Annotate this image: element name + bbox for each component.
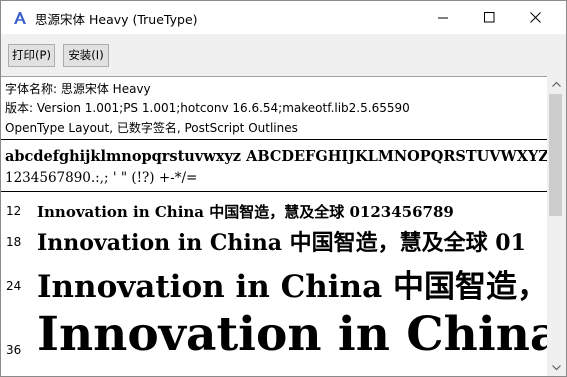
font-preview-area: 字体名称: 思源宋体 Heavy 版本: Version 1.001;PS 1.… (1, 76, 547, 376)
sample-text-18: Innovation in China 中国智造，慧及全球 01 (37, 230, 526, 256)
charset-letters: abcdefghijklmnopqrstuvwxyz ABCDEFGHIJKLM… (5, 148, 547, 165)
scroll-down-button[interactable] (547, 359, 566, 376)
font-app-icon (12, 10, 28, 26)
print-button[interactable]: 打印(P) (8, 44, 55, 67)
install-button[interactable]: 安装(I) (63, 44, 109, 67)
font-name-line: 字体名称: 思源宋体 Heavy (5, 82, 151, 96)
window-title: 思源宋体 Heavy (TrueType) (35, 12, 198, 27)
sample-size-label: 36 (6, 343, 22, 357)
maximize-button[interactable] (467, 1, 512, 34)
sample-text-24: Innovation in China 中国智造，慧 (37, 269, 547, 305)
scroll-up-button[interactable] (547, 76, 566, 93)
sample-size-label: 18 (6, 235, 22, 249)
font-version-line: 版本: Version 1.001;PS 1.001;hotconv 16.6.… (5, 101, 410, 115)
sample-size-label: 24 (6, 279, 22, 293)
toolbar: 打印(P) 安装(I) (1, 35, 566, 76)
charset-digits-symbols: 1234567890.:,; ' " (!?) +-*/= (5, 170, 198, 186)
chevron-up-icon (552, 81, 561, 87)
scroll-thumb[interactable] (549, 94, 562, 216)
divider (1, 191, 547, 192)
chevron-down-icon (552, 365, 561, 371)
sample-size-label: 12 (6, 204, 22, 218)
font-features-line: OpenType Layout, 已数字签名, PostScript Outli… (5, 121, 298, 135)
minimize-button[interactable] (421, 1, 466, 34)
maximize-icon (484, 12, 495, 23)
divider (1, 139, 547, 140)
sample-text-36: Innovation in China (37, 307, 547, 362)
font-viewer-window: 思源宋体 Heavy (TrueType) 打印(P) 安装(I) 字体名称: … (0, 0, 567, 377)
vertical-scrollbar[interactable] (547, 76, 566, 376)
close-button[interactable] (513, 1, 558, 34)
title-bar: 思源宋体 Heavy (TrueType) (1, 1, 566, 34)
minimize-icon (438, 17, 448, 19)
close-icon (530, 12, 541, 23)
sample-text-12: Innovation in China 中国智造，慧及全球 0123456789 (37, 203, 454, 221)
